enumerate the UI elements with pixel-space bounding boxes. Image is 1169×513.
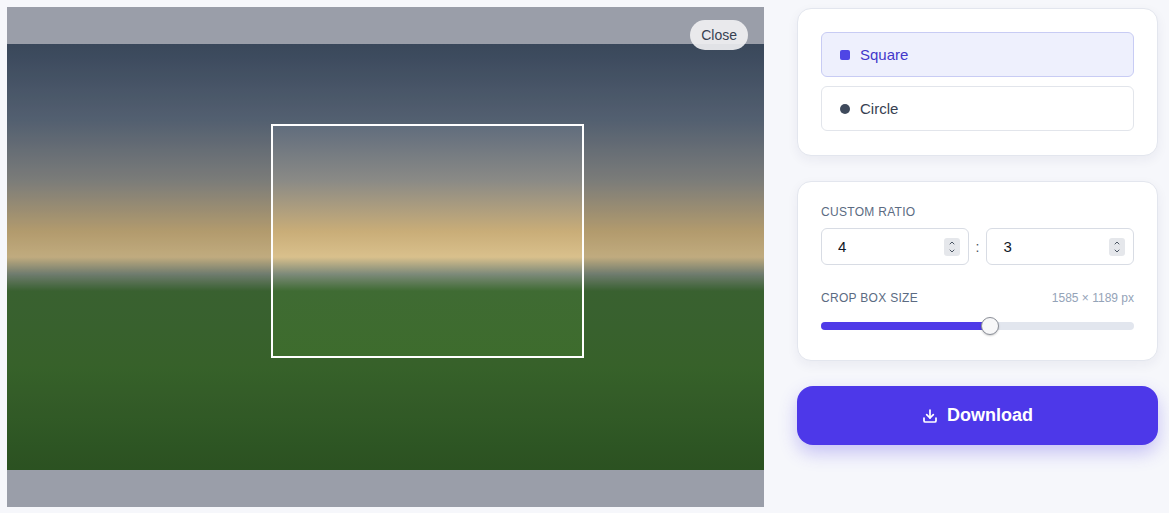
spinner-icon[interactable] xyxy=(1109,238,1125,256)
shape-list: Square Circle xyxy=(821,32,1134,131)
image-editor: Close xyxy=(7,7,764,507)
close-button[interactable]: Close xyxy=(690,20,748,50)
shape-card: Square Circle xyxy=(797,8,1158,156)
download-button[interactable]: Download xyxy=(797,386,1158,445)
crop-size-reading: 1585 × 1189 px xyxy=(1052,291,1134,305)
settings-card: CUSTOM RATIO: CROP BOX SIZE 1585 × 1189 px xyxy=(797,181,1158,361)
photo xyxy=(7,44,764,470)
square-icon xyxy=(840,50,850,60)
ratio-width-field xyxy=(821,228,969,265)
ratio-height-field xyxy=(986,228,1134,265)
ratio-height-input[interactable] xyxy=(1003,238,1109,255)
crop-tool: Close Square Circle CUSTOM RATIO: CROP BOX S… xyxy=(0,0,1169,513)
slider-fill xyxy=(821,322,990,330)
ratio-label: CUSTOM RATIO xyxy=(821,205,1134,219)
crop-size-header: CROP BOX SIZE 1585 × 1189 px xyxy=(821,291,1134,305)
ratio-separator: : xyxy=(976,239,980,255)
crop-size-slider[interactable] xyxy=(821,322,1134,330)
spinner-icon[interactable] xyxy=(944,238,960,256)
shape-label: Circle xyxy=(860,100,898,117)
circle-icon xyxy=(840,104,850,114)
download-icon xyxy=(922,408,938,424)
download-label: Download xyxy=(947,405,1033,426)
crop-size-label: CROP BOX SIZE xyxy=(821,291,918,305)
slider-thumb[interactable] xyxy=(981,317,999,335)
sidebar: Square Circle CUSTOM RATIO: CROP BOX SIZE 15… xyxy=(797,8,1158,445)
shape-option[interactable]: Square xyxy=(821,32,1134,77)
shape-option[interactable]: Circle xyxy=(821,86,1134,131)
shape-label: Square xyxy=(860,46,908,63)
ratio-row: : xyxy=(821,228,1134,265)
ratio-width-input[interactable] xyxy=(838,238,944,255)
crop-box[interactable] xyxy=(271,124,584,358)
